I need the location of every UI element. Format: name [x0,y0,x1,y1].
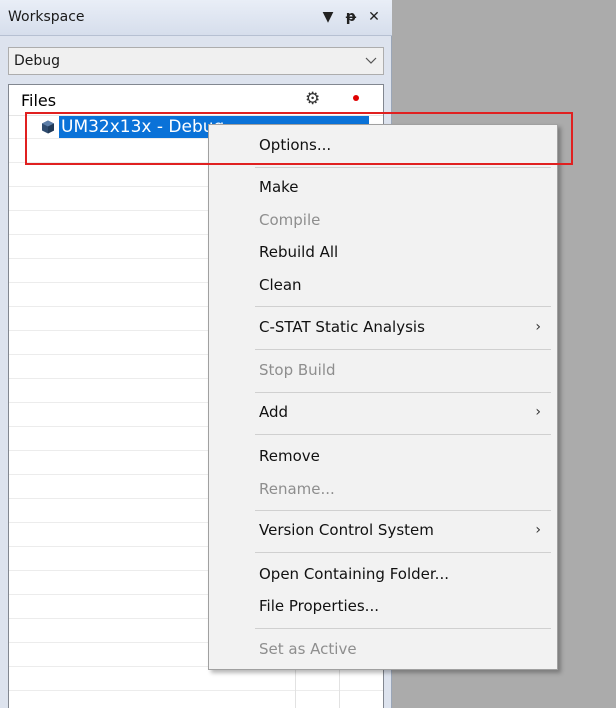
chevron-right-icon: › [535,319,541,335]
menu-item-clean[interactable]: Clean [211,270,555,300]
menu-item-label: Stop Build [259,361,336,379]
menu-separator [255,510,551,511]
configuration-value: Debug [14,53,61,69]
menu-separator [255,552,551,553]
menu-item-c-stat-static-analysis[interactable]: C-STAT Static Analysis › [211,312,555,342]
chevron-right-icon: › [535,522,541,538]
menu-item-label: Clean [259,276,302,294]
menu-separator [255,434,551,435]
menu-item-label: Remove [259,447,320,465]
menu-item-remove[interactable]: Remove [211,441,555,471]
gear-icon[interactable]: ⚙ [305,89,320,109]
menu-separator [255,349,551,350]
menu-item-label: Set as Active [259,640,357,658]
menu-item-compile: Compile [211,205,555,235]
menu-item-label: Options... [259,136,332,154]
pin-icon[interactable]: ᵽ [341,6,361,28]
menu-item-file-properties[interactable]: File Properties... [211,591,555,621]
status-dot-icon[interactable] [353,95,359,101]
menu-item-version-control-system[interactable]: Version Control System › [211,515,555,545]
menu-item-label: Version Control System [259,521,434,539]
menu-item-label: C-STAT Static Analysis [259,318,425,336]
chevron-right-icon: › [535,404,541,420]
menu-item-label: Open Containing Folder... [259,565,449,583]
menu-item-set-as-active: Set as Active [211,634,555,664]
menu-separator [255,628,551,629]
menu-item-label: File Properties... [259,597,379,615]
chevron-down-icon [365,57,377,64]
menu-item-label: Add [259,403,289,421]
workspace-title: Workspace [8,9,85,25]
menu-item-label: Rebuild All [259,243,339,261]
menu-item-make[interactable]: Make [211,172,555,202]
menu-item-add[interactable]: Add › [211,397,555,427]
close-icon[interactable]: ✕ [364,6,384,28]
menu-item-label: Make [259,178,299,196]
menu-item-rename: Rename... [211,474,555,504]
menu-item-stop-build: Stop Build [211,355,555,385]
menu-separator [255,306,551,307]
tree-header: Files ⚙ [9,85,383,116]
menu-item-label: Compile [259,211,321,229]
menu-item-options[interactable]: Options... [211,130,555,160]
menu-item-open-containing-folder[interactable]: Open Containing Folder... [211,559,555,589]
menu-separator [255,392,551,393]
dropdown-arrow-icon[interactable]: ▼ [318,6,338,28]
configuration-select[interactable]: Debug [8,47,384,75]
menu-item-rebuild-all[interactable]: Rebuild All [211,237,555,267]
menu-separator [255,167,551,168]
menu-item-label: Rename... [259,480,335,498]
files-column-header[interactable]: Files [21,91,56,110]
cube-icon [42,120,54,134]
context-menu: Options... Make Compile Rebuild All Clea… [208,124,558,670]
workspace-titlebar: Workspace ▼ ᵽ ✕ [0,0,392,36]
